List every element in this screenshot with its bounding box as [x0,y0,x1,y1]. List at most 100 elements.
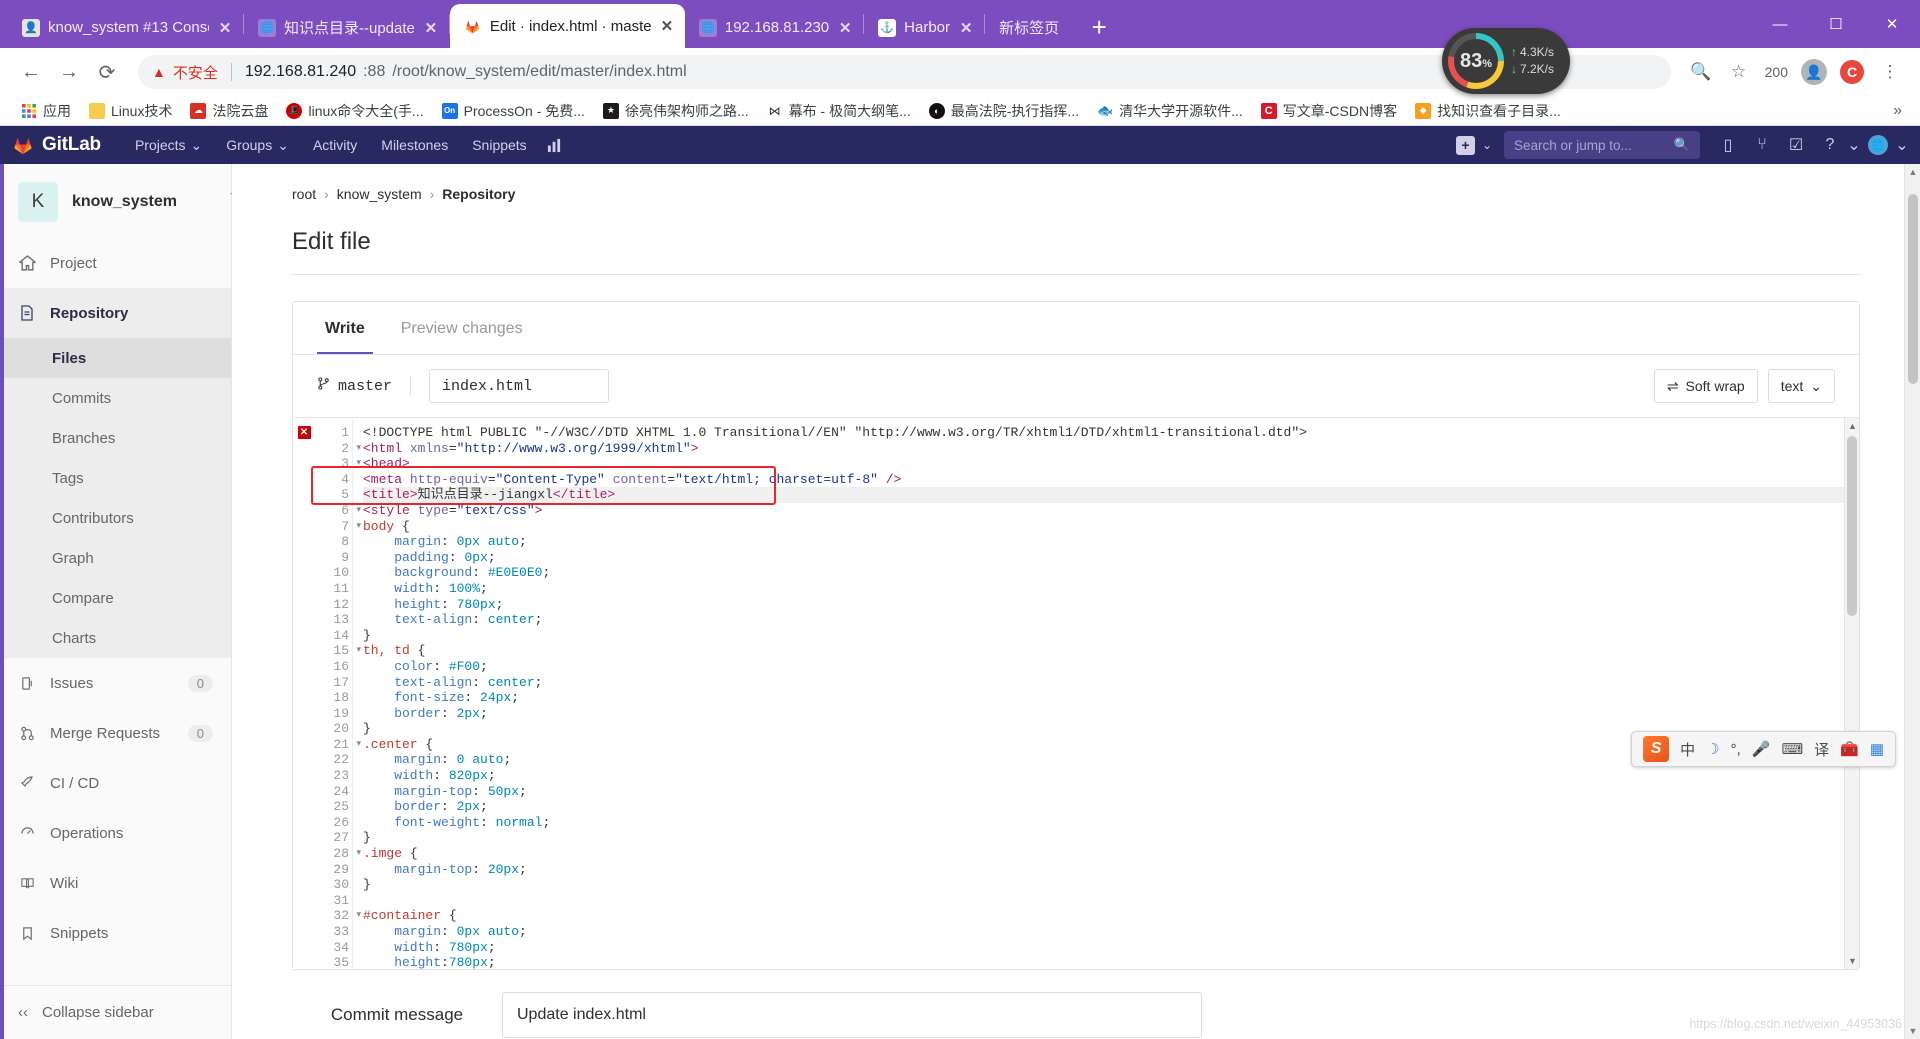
nav-groups[interactable]: Groups ⌄ [214,126,301,164]
bookmark-item[interactable]: ◐ 最高法院-执行指挥... [920,98,1088,124]
nav-activity[interactable]: Activity [301,126,369,164]
page-scroll-down-icon[interactable]: ▼ [1905,1023,1920,1039]
browser-tab[interactable]: 新标签页 [985,7,1075,48]
punctuation-icon[interactable]: °, [1731,741,1741,758]
sidebar-item-repository[interactable]: Repository [0,288,231,338]
bookmark-item[interactable]: Linux技术 [80,98,181,124]
forward-button[interactable]: → [52,55,86,89]
sidebar-item-project[interactable]: Project [0,238,231,288]
sidebar-item-issues[interactable]: Issues 0 [0,658,231,708]
close-icon[interactable]: ✕ [837,19,853,37]
scroll-down-icon[interactable]: ▼ [1845,953,1859,969]
close-icon[interactable]: ✕ [423,19,439,37]
browser-tab[interactable]: 🌐 知识点目录--update ✕ [244,7,449,48]
network-speed-widget[interactable]: 83% ↑ 4.3K/s ↓ 7.2K/s [1442,28,1570,94]
merge-requests-icon[interactable]: ⑂ [1746,126,1778,164]
close-window-button[interactable]: ✕ [1864,4,1920,44]
bookmark-item[interactable]: 🎩 linux命令大全(手... [277,98,432,124]
bookmark-item[interactable]: ◆ 找知识查看子目录... [1406,98,1570,124]
browser-menu-icon[interactable]: ⋮ [1874,56,1906,88]
user-caret-icon[interactable]: ⌄ [1895,126,1908,164]
nav-snippets[interactable]: Snippets [460,126,538,164]
bookmark-item[interactable]: ⋈ 幕布 - 极简大纲笔... [758,98,920,124]
bookmark-item[interactable]: ☁ 法院云盘 [181,98,277,124]
tab-preview-changes[interactable]: Preview changes [393,302,531,354]
keyboard-icon[interactable]: ⌨ [1781,740,1803,758]
sidebar-item-cicd[interactable]: CI / CD [0,758,231,808]
bookmark-item[interactable]: 应用 [12,98,80,124]
browser-tab[interactable]: 🌐 192.168.81.230 ✕ [685,7,863,48]
reload-button[interactable]: ⟳ [90,55,124,89]
minimize-button[interactable]: — [1752,4,1808,44]
fold-caret-icon[interactable]: ▾ [356,908,361,924]
grid-icon[interactable]: ▦ [1870,740,1884,758]
sidebar-item-tags[interactable]: Tags [0,458,231,498]
nav-projects[interactable]: Projects ⌄ [123,126,214,164]
issues-icon[interactable]: ▯ [1712,126,1744,164]
user-avatar-icon[interactable]: 🌐 [1862,126,1894,164]
commit-message-input[interactable]: Update index.html [502,992,1202,1038]
sidebar-item-snippets[interactable]: Snippets [0,908,231,958]
fold-caret-icon[interactable]: ▾ [356,643,361,659]
scrollbar-thumb[interactable] [1847,436,1857,616]
sidebar-item-wiki[interactable]: Wiki [0,858,231,908]
breadcrumb-root[interactable]: root [292,186,316,202]
editor-scrollbar[interactable]: ▲ ▼ [1844,418,1859,969]
bookmarks-overflow-button[interactable]: » [1893,102,1908,120]
soft-wrap-button[interactable]: ⇌ Soft wrap [1653,369,1758,403]
chart-icon[interactable] [539,126,574,164]
breadcrumb-project[interactable]: know_system [337,186,422,202]
fold-caret-icon[interactable]: ▾ [356,503,361,519]
todos-icon[interactable]: ☑ [1780,126,1812,164]
bookmark-item[interactable]: On ProcessOn - 免费... [433,98,594,124]
extension-icon[interactable]: C [1836,56,1868,88]
tab-write[interactable]: Write [317,302,373,354]
close-icon[interactable]: ✕ [659,17,675,35]
fold-caret-icon[interactable]: ▾ [356,441,361,457]
sidebar-item-graph[interactable]: Graph [0,538,231,578]
collapse-sidebar-button[interactable]: ‹‹ Collapse sidebar [0,985,231,1039]
page-scroll-up-icon[interactable]: ▲ [1905,164,1920,180]
translate-icon[interactable]: 译 [1814,739,1829,760]
fold-caret-icon[interactable]: ▾ [356,456,361,472]
bookmark-item[interactable]: C 写文章-CSDN博客 [1252,98,1406,124]
sidebar-item-charts[interactable]: Charts [0,618,231,658]
sidebar-item-branches[interactable]: Branches [0,418,231,458]
sidebar-item-compare[interactable]: Compare [0,578,231,618]
close-icon[interactable]: ✕ [217,19,233,37]
page-scrollbar[interactable]: ▲ ▼ [1904,164,1920,1039]
maximize-button[interactable]: ☐ [1808,4,1864,44]
new-item-button[interactable]: + [1455,135,1475,155]
sidebar-item-contributors[interactable]: Contributors [0,498,231,538]
back-button[interactable]: ← [14,55,48,89]
sogou-logo-icon[interactable]: S [1643,736,1670,762]
microphone-icon[interactable]: 🎤 [1752,740,1771,758]
chinese-mode-icon[interactable]: 中 [1680,739,1695,760]
address-bar[interactable]: ▲ 不安全 192.168.81.240:88/root/know_system… [138,55,1671,89]
help-caret-icon[interactable]: ⌄ [1847,126,1860,164]
browser-tab-active[interactable]: Edit · index.html · master · ✕ [449,4,685,48]
help-icon[interactable]: ? [1814,126,1846,164]
close-icon[interactable]: ✕ [958,19,974,37]
scroll-up-icon[interactable]: ▲ [1845,418,1859,434]
fold-caret-icon[interactable]: ▾ [356,519,361,535]
sidebar-item-files[interactable]: Files [0,338,231,378]
nav-milestones[interactable]: Milestones [369,126,460,164]
new-tab-button[interactable]: + [1081,9,1117,45]
sidebar-item-merge-requests[interactable]: Merge Requests 0 [0,708,231,758]
sidebar-item-commits[interactable]: Commits [0,378,231,418]
zoom-icon[interactable]: 🔍 [1685,56,1717,88]
bookmark-star-icon[interactable]: ☆ [1723,56,1755,88]
page-scrollbar-thumb[interactable] [1908,194,1918,384]
code-content[interactable]: <!DOCTYPE html PUBLIC "-//W3C//DTD XHTML… [353,418,1859,969]
profile-avatar[interactable]: 👤 [1798,56,1830,88]
browser-tab[interactable]: ⚓ Harbor ✕ [864,7,984,48]
browser-tab[interactable]: 👤 know_system #13 Console ✕ [8,7,243,48]
sidebar-item-operations[interactable]: Operations [0,808,231,858]
bookmark-item[interactable]: 🐟 清华大学开源软件... [1088,98,1252,124]
editor-mode-select[interactable]: text ⌄ [1767,369,1835,403]
gitlab-logo[interactable]: GitLab [12,134,101,156]
fold-caret-icon[interactable]: ▾ [356,846,361,862]
fold-caret-icon[interactable]: ▾ [356,737,361,753]
bookmark-item[interactable]: ★ 徐亮伟架构师之路... [594,98,758,124]
